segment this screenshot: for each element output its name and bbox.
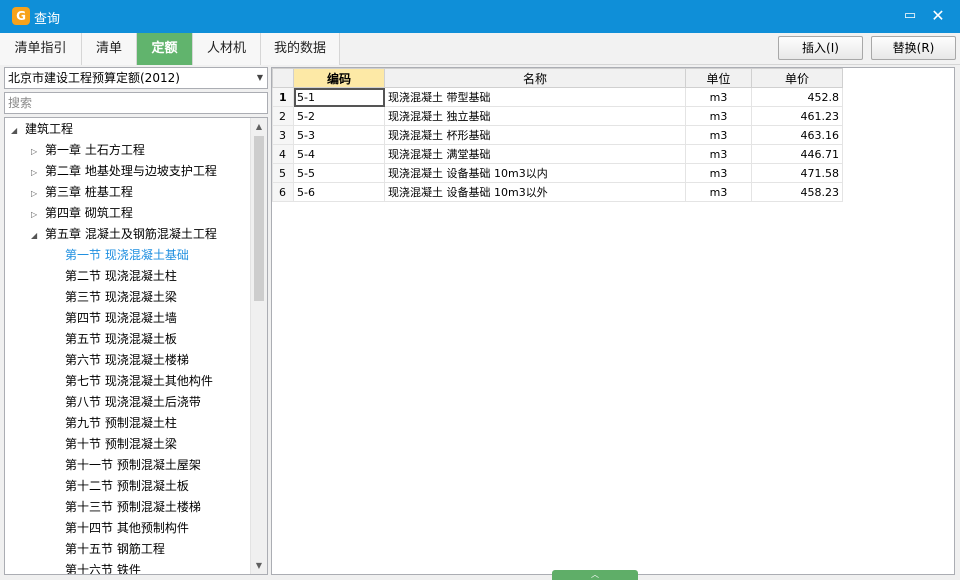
cell-price[interactable]: 461.23 xyxy=(751,106,843,126)
cell-name[interactable]: 现浇混凝土 带型基础 xyxy=(384,87,686,107)
tree-node-section-4[interactable]: 第四节 现浇混凝土墙 xyxy=(65,308,177,329)
scroll-up-icon[interactable]: ▲ xyxy=(251,118,267,135)
table-row[interactable]: 2 5-2 现浇混凝土 独立基础 m3 461.23 xyxy=(272,106,843,126)
scroll-down-icon[interactable]: ▼ xyxy=(251,557,267,574)
quota-table: 编码 名称 单位 单价 1 5-1 现浇混凝土 带型基础 m3 452.8 2 … xyxy=(272,68,843,202)
chevron-down-icon: ▼ xyxy=(256,73,263,82)
cell-code[interactable]: 5-3 xyxy=(293,125,385,145)
cell-name[interactable]: 现浇混凝土 设备基础 10m3以内 xyxy=(384,163,686,183)
table-row[interactable]: 5 5-5 现浇混凝土 设备基础 10m3以内 m3 471.58 xyxy=(272,163,843,183)
column-header-unit[interactable]: 单位 xyxy=(685,68,752,88)
cell-code[interactable]: 5-5 xyxy=(293,163,385,183)
row-number: 1 xyxy=(272,87,294,107)
tree-node-chapter-2[interactable]: ▷ 第二章 地基处理与边坡支护工程 xyxy=(31,161,217,182)
tree-node-building[interactable]: ◢ 建筑工程 xyxy=(11,119,73,140)
cell-price[interactable]: 463.16 xyxy=(751,125,843,145)
tab-bill-guide[interactable]: 清单指引 xyxy=(0,33,82,65)
row-number: 5 xyxy=(272,163,294,183)
expand-toggle-icon[interactable]: ◢ xyxy=(11,120,25,141)
tree-node-section-7[interactable]: 第七节 现浇混凝土其他构件 xyxy=(65,371,213,392)
insert-button[interactable]: 插入(I) xyxy=(778,36,863,60)
table-row[interactable]: 1 5-1 现浇混凝土 带型基础 m3 452.8 xyxy=(272,87,843,107)
cell-code[interactable]: 5-2 xyxy=(293,106,385,126)
tab-quota[interactable]: 定额 xyxy=(137,33,193,65)
tree-node-section-9[interactable]: 第九节 预制混凝土柱 xyxy=(65,413,177,434)
cell-name[interactable]: 现浇混凝土 杯形基础 xyxy=(384,125,686,145)
tree-scrollbar[interactable]: ▲ ▼ xyxy=(250,118,267,574)
cell-unit[interactable]: m3 xyxy=(685,182,752,202)
tree-node-chapter-3[interactable]: ▷ 第三章 桩基工程 xyxy=(31,182,133,203)
expand-toggle-icon[interactable]: ▷ xyxy=(31,162,45,183)
cell-code[interactable]: 5-4 xyxy=(293,144,385,164)
row-number: 3 xyxy=(272,125,294,145)
window-title: 查询 xyxy=(34,12,61,27)
collapse-toggle-icon[interactable]: ◢ xyxy=(31,225,45,246)
expand-toggle-icon[interactable]: ▷ xyxy=(31,141,45,162)
panel-collapse-handle[interactable]: ︿ xyxy=(552,570,638,580)
cell-unit[interactable]: m3 xyxy=(685,87,752,107)
cell-price[interactable]: 458.23 xyxy=(751,182,843,202)
tab-my-data[interactable]: 我的数据 xyxy=(261,33,340,65)
tree-node-section-8[interactable]: 第八节 现浇混凝土后浇带 xyxy=(65,392,201,413)
tree-node-section-3[interactable]: 第三节 现浇混凝土梁 xyxy=(65,287,177,308)
cell-unit[interactable]: m3 xyxy=(685,163,752,183)
tab-bill[interactable]: 清单 xyxy=(82,33,137,65)
table-row[interactable]: 6 5-6 现浇混凝土 设备基础 10m3以外 m3 458.23 xyxy=(272,182,843,202)
cell-price[interactable]: 471.58 xyxy=(751,163,843,183)
row-number: 4 xyxy=(272,144,294,164)
quota-library-value: 北京市建设工程预算定额(2012) xyxy=(8,71,180,85)
cell-unit[interactable]: m3 xyxy=(685,125,752,145)
title-bar: G 查询 ▭ ✕ xyxy=(0,0,960,33)
table-row[interactable]: 3 5-3 现浇混凝土 杯形基础 m3 463.16 xyxy=(272,125,843,145)
expand-toggle-icon[interactable]: ▷ xyxy=(31,183,45,204)
table-row[interactable]: 4 5-4 现浇混凝土 满堂基础 m3 446.71 xyxy=(272,144,843,164)
quota-table-panel: 编码 名称 单位 单价 1 5-1 现浇混凝土 带型基础 m3 452.8 2 … xyxy=(271,67,955,575)
tab-labor-material-machine[interactable]: 人材机 xyxy=(193,33,261,65)
column-header-rownum xyxy=(272,68,294,88)
tree-node-section-16[interactable]: 第十六节 铁件 xyxy=(65,560,141,574)
tree-node-section-14[interactable]: 第十四节 其他预制构件 xyxy=(65,518,189,539)
chapter-tree: ◢ 建筑工程 ▷ 第一章 土石方工程 ▷ 第二章 地基处理与边坡支护工程 ▷ 第三章 桩… xyxy=(4,117,268,575)
tree-node-section-11[interactable]: 第十一节 预制混凝土屋架 xyxy=(65,455,201,476)
left-panel: 北京市建设工程预算定额(2012) ▼ ◢建筑工程 ▷第一章 土石方工程 ▷第二… xyxy=(4,67,268,575)
tree-node-section-2[interactable]: 第二节 现浇混凝土柱 xyxy=(65,266,177,287)
cell-unit[interactable]: m3 xyxy=(685,106,752,126)
cell-name[interactable]: 现浇混凝土 满堂基础 xyxy=(384,144,686,164)
replace-button[interactable]: 替换(R) xyxy=(871,36,956,60)
cell-code[interactable]: 5-1 xyxy=(293,87,385,107)
cell-price[interactable]: 452.8 xyxy=(751,87,843,107)
tree-node-section-13[interactable]: 第十三节 预制混凝土楼梯 xyxy=(65,497,201,518)
close-icon[interactable]: ✕ xyxy=(927,6,949,26)
scrollbar-thumb[interactable] xyxy=(254,136,264,301)
tree-node-chapter-5[interactable]: ◢ 第五章 混凝土及钢筋混凝土工程 xyxy=(31,224,217,245)
tree-node-section-1[interactable]: 第一节 现浇混凝土基础 xyxy=(65,245,189,266)
column-header-price[interactable]: 单价 xyxy=(751,68,843,88)
expand-toggle-icon[interactable]: ▷ xyxy=(31,204,45,225)
maximize-icon[interactable]: ▭ xyxy=(899,6,921,26)
row-number: 2 xyxy=(272,106,294,126)
column-header-code[interactable]: 编码 xyxy=(293,68,385,88)
tree-node-chapter-4[interactable]: ▷ 第四章 砌筑工程 xyxy=(31,203,133,224)
tree-node-section-10[interactable]: 第十节 预制混凝土梁 xyxy=(65,434,177,455)
cell-price[interactable]: 446.71 xyxy=(751,144,843,164)
search-input[interactable] xyxy=(4,92,268,114)
cell-code[interactable]: 5-6 xyxy=(293,182,385,202)
tree-node-section-12[interactable]: 第十二节 预制混凝土板 xyxy=(65,476,189,497)
tree-node-section-6[interactable]: 第六节 现浇混凝土楼梯 xyxy=(65,350,189,371)
tree-node-section-15[interactable]: 第十五节 钢筋工程 xyxy=(65,539,165,560)
cell-name[interactable]: 现浇混凝土 独立基础 xyxy=(384,106,686,126)
quota-library-select[interactable]: 北京市建设工程预算定额(2012) ▼ xyxy=(4,67,268,89)
cell-unit[interactable]: m3 xyxy=(685,144,752,164)
tree-node-chapter-1[interactable]: ▷ 第一章 土石方工程 xyxy=(31,140,145,161)
column-header-name[interactable]: 名称 xyxy=(384,68,686,88)
app-logo-icon: G xyxy=(12,7,30,25)
tree-node-section-5[interactable]: 第五节 现浇混凝土板 xyxy=(65,329,177,350)
table-header-row: 编码 名称 单位 单价 xyxy=(272,68,843,88)
cell-name[interactable]: 现浇混凝土 设备基础 10m3以外 xyxy=(384,182,686,202)
row-number: 6 xyxy=(272,182,294,202)
